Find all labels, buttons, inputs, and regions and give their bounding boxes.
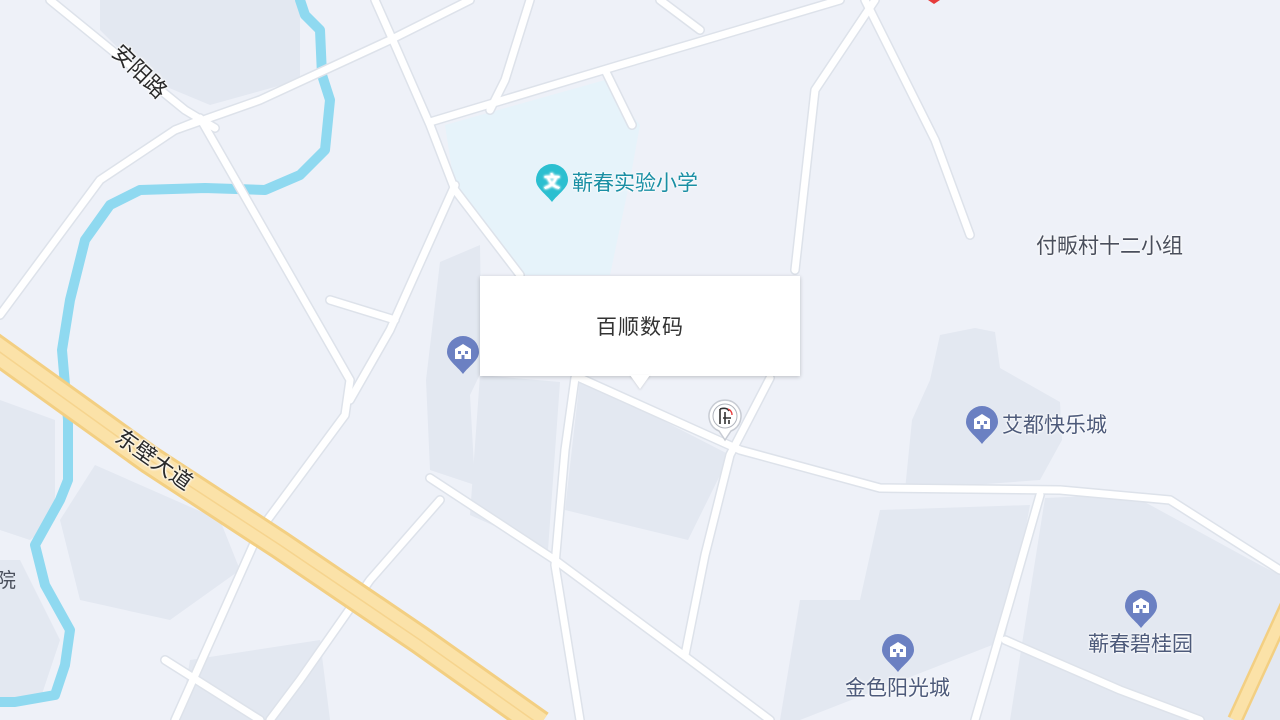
location-marker (928, 0, 940, 4)
info-window[interactable]: 百顺数码 (480, 276, 800, 376)
info-window-tail (630, 375, 650, 389)
info-window-title: 百顺数码 (596, 315, 684, 339)
poi-label: 金色阳光城 (845, 676, 950, 700)
school-icon: 文 (536, 164, 568, 202)
poi-label: 蕲春碧桂园 (1088, 632, 1193, 656)
poi-label: 蕲春实验小学 (572, 171, 698, 195)
poi-bgy[interactable]: 蕲春碧桂园 (1088, 588, 1193, 656)
poi-school[interactable]: 文 蕲春实验小学 (534, 162, 698, 204)
partial-label: 院 (0, 568, 16, 592)
building-icon (966, 406, 998, 444)
poi-aidu[interactable]: 艾都快乐城 (964, 404, 1107, 446)
poi-village-group[interactable]: 付畈村十二小组 (1036, 234, 1183, 258)
poi-jinse[interactable]: 金色阳光城 (845, 632, 950, 700)
poi-label: 付畈村十二小组 (1036, 234, 1183, 258)
building-icon (1124, 590, 1157, 628)
svg-text:文: 文 (544, 172, 561, 191)
building-icon (881, 634, 914, 672)
poi-label: 艾都快乐城 (1002, 413, 1107, 437)
map-canvas[interactable]: 安阳路 东壁大道 文 蕲春实验小学 付畈村十二小组 艾都快乐城 蕲春碧桂园 金色… (0, 0, 1280, 720)
building-icon (447, 336, 479, 374)
shop-icon[interactable] (707, 398, 743, 442)
land-block (470, 375, 560, 550)
land-block (565, 378, 730, 540)
poi-unnamed-estate[interactable] (445, 334, 483, 376)
